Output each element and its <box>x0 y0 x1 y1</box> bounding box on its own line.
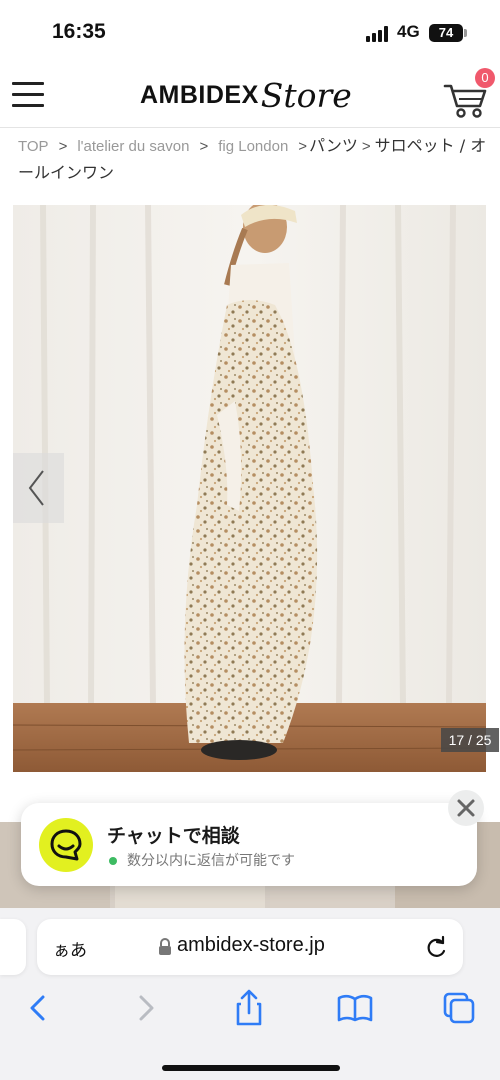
cart-count-badge: 0 <box>475 68 495 88</box>
share-icon[interactable] <box>227 988 271 1028</box>
online-status-dot <box>109 857 117 865</box>
battery-tip <box>464 29 467 37</box>
close-icon <box>457 799 475 817</box>
site-logo[interactable]: AMBIDEXStore <box>140 76 352 116</box>
lock-icon <box>159 938 171 955</box>
site-header: AMBIDEXStore <box>0 66 500 128</box>
bookmarks-icon[interactable] <box>333 988 377 1028</box>
battery-icon: 74 <box>429 24 463 42</box>
breadcrumb-item-top[interactable]: TOP <box>18 138 49 155</box>
status-bar: 16:35 4G 74 <box>0 0 500 66</box>
breadcrumb-separator: > <box>298 138 308 155</box>
hamburger-icon[interactable] <box>12 80 44 108</box>
breadcrumb-item-category[interactable]: パンツ <box>309 136 358 155</box>
home-indicator <box>162 1065 340 1071</box>
address-bar[interactable]: ぁあ ambidex-store.jp <box>37 919 463 975</box>
chat-bubble-icon <box>39 818 93 872</box>
network-type: 4G <box>397 22 420 41</box>
reload-icon[interactable] <box>423 934 449 960</box>
previous-tab-peek[interactable] <box>0 919 26 975</box>
status-time: 16:35 <box>52 20 106 43</box>
text-size-button[interactable]: ぁあ <box>53 936 87 961</box>
chat-close-button[interactable] <box>448 790 484 826</box>
signal-icon <box>366 26 390 42</box>
product-image[interactable] <box>13 205 486 772</box>
logo-main: AMBIDEX <box>140 81 259 109</box>
chat-title: チャットで相談 <box>107 825 240 847</box>
tabs-icon[interactable] <box>437 988 481 1028</box>
image-counter: 17 / 25 <box>441 728 499 752</box>
breadcrumb-separator: > <box>58 138 68 155</box>
back-icon[interactable] <box>16 988 60 1028</box>
url-text[interactable]: ambidex-store.jp <box>177 934 325 957</box>
chevron-left-icon <box>28 470 44 506</box>
breadcrumb: TOP > l'atelier du savon > fig London > パンツ > サロ… <box>18 133 488 187</box>
breadcrumb-separator: > <box>361 138 371 155</box>
image-prev-button[interactable] <box>13 453 64 523</box>
chat-status: 数分以内に返信が可能です <box>109 850 295 870</box>
breadcrumb-item-brand[interactable]: l'atelier du savon <box>77 138 189 155</box>
logo-sub: Store <box>260 76 352 115</box>
chat-widget[interactable]: チャットで相談 数分以内に返信が可能です <box>21 803 477 886</box>
breadcrumb-item-sub-brand[interactable]: fig London <box>218 138 288 155</box>
breadcrumb-separator: > <box>199 138 209 155</box>
chat-status-text: 数分以内に返信が可能です <box>127 853 295 869</box>
forward-icon[interactable] <box>124 988 168 1028</box>
